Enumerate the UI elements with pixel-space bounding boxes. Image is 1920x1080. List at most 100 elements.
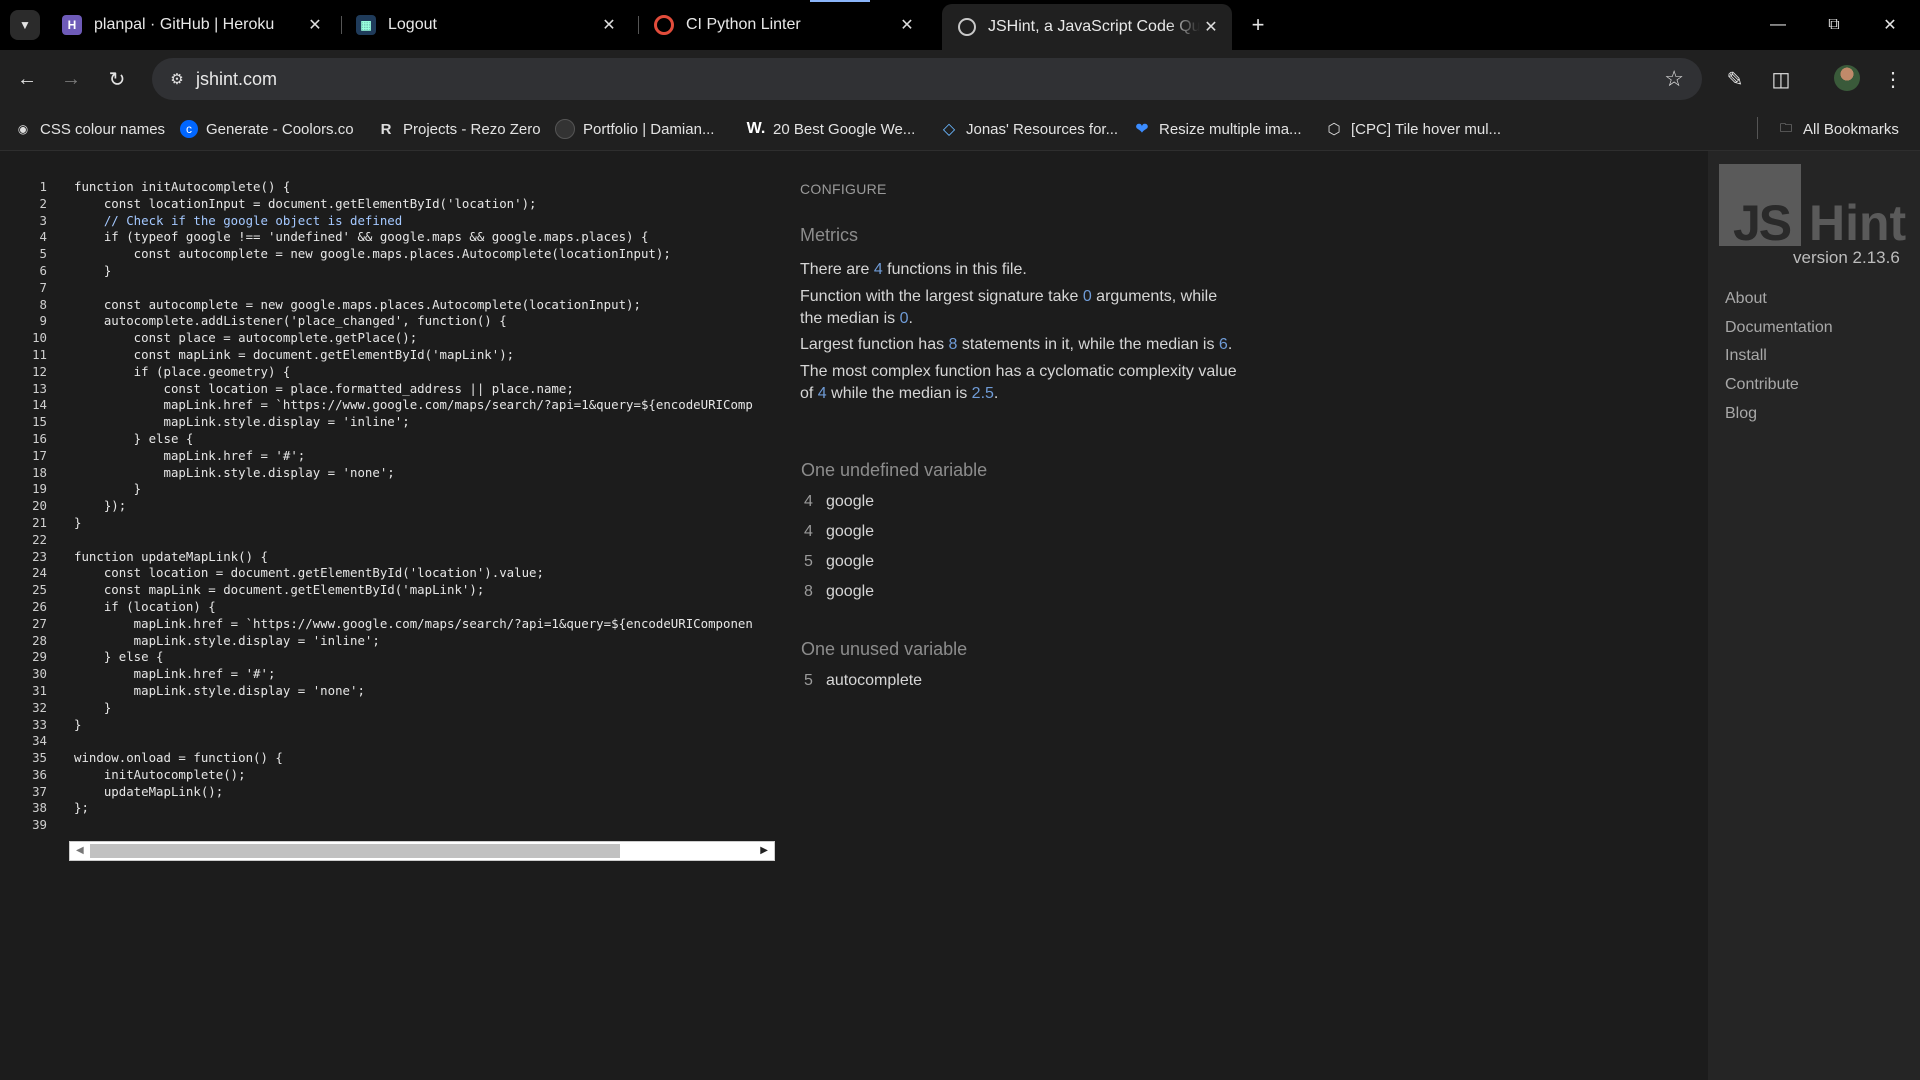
- nav-blog[interactable]: Blog: [1725, 405, 1757, 423]
- code-line[interactable]: 39: [20, 817, 775, 834]
- jshint-logo[interactable]: JS Hint: [1719, 164, 1909, 251]
- close-icon[interactable]: ✕: [1200, 16, 1222, 38]
- code-line[interactable]: 25 const mapLink = document.getElementBy…: [20, 582, 775, 599]
- bookmark-cpc-tile-hover[interactable]: ⬡ [CPC] Tile hover mul...: [1325, 116, 1501, 142]
- undefined-item[interactable]: 4 google: [804, 523, 874, 541]
- code-line[interactable]: 19 }: [20, 481, 775, 498]
- tab-search-button[interactable]: ▼: [10, 10, 40, 40]
- tab-jshint[interactable]: JSHint, a JavaScript Code Qualit ✕: [942, 4, 1232, 50]
- code-line[interactable]: 13 const location = place.formatted_addr…: [20, 381, 775, 398]
- metric-text: Function with the largest signature take: [800, 288, 1083, 305]
- code-line[interactable]: 14 mapLink.href = `https://www.google.co…: [20, 397, 775, 414]
- code-line[interactable]: 36 initAutocomplete();: [20, 767, 775, 784]
- new-tab-button[interactable]: +: [1245, 12, 1271, 38]
- code-line[interactable]: 20 });: [20, 498, 775, 515]
- line-number: 31: [32, 682, 47, 698]
- code-line[interactable]: 26 if (location) {: [20, 599, 775, 616]
- code-line[interactable]: 15 mapLink.style.display = 'inline';: [20, 414, 775, 431]
- code-line[interactable]: 28 mapLink.style.display = 'inline';: [20, 633, 775, 650]
- nav-documentation[interactable]: Documentation: [1725, 319, 1833, 337]
- avatar[interactable]: [1834, 65, 1860, 91]
- scroll-right-icon[interactable]: ▶: [760, 845, 768, 856]
- line-number: 39: [32, 817, 47, 833]
- nav-about[interactable]: About: [1725, 290, 1767, 308]
- code-line[interactable]: 37 updateMapLink();: [20, 784, 775, 801]
- code-line[interactable]: 6 }: [20, 263, 775, 280]
- code-line[interactable]: 1 function initAutocomplete() {: [20, 179, 775, 196]
- undefined-item[interactable]: 8 google: [804, 583, 874, 601]
- code-line[interactable]: 29 } else {: [20, 649, 775, 666]
- code-line[interactable]: 23 function updateMapLink() {: [20, 549, 775, 566]
- code-line[interactable]: 4 if (typeof google !== 'undefined' && g…: [20, 229, 775, 246]
- code-line[interactable]: 5 const autocomplete = new google.maps.p…: [20, 246, 775, 263]
- menu-button[interactable]: ⋮: [1878, 64, 1908, 94]
- code-line[interactable]: 10 const place = autocomplete.getPlace()…: [20, 330, 775, 347]
- portfolio-icon: [555, 119, 575, 139]
- scrollbar-thumb[interactable]: [90, 844, 620, 858]
- bookmark-css-colour-names[interactable]: ◉ CSS colour names: [14, 116, 165, 142]
- code-line[interactable]: 34: [20, 733, 775, 750]
- scroll-left-icon[interactable]: ◀: [76, 845, 84, 856]
- close-icon[interactable]: ✕: [598, 14, 620, 36]
- code-line[interactable]: 31 mapLink.style.display = 'none';: [20, 683, 775, 700]
- configure-link[interactable]: CONFIGURE: [800, 181, 887, 197]
- code-line[interactable]: 32 }: [20, 700, 775, 717]
- code-line[interactable]: 9 autocomplete.addListener('place_change…: [20, 313, 775, 330]
- line-number: 16: [32, 430, 47, 446]
- code-text: initAutocomplete();: [74, 766, 246, 782]
- code-line[interactable]: 18 mapLink.style.display = 'none';: [20, 465, 775, 482]
- minimize-button[interactable]: —: [1750, 0, 1806, 50]
- bookmark-star-icon[interactable]: ☆: [1664, 66, 1684, 92]
- code-line[interactable]: 8 const autocomplete = new google.maps.p…: [20, 297, 775, 314]
- code-line[interactable]: 2 const locationInput = document.getElem…: [20, 196, 775, 213]
- code-line[interactable]: 22: [20, 532, 775, 549]
- bookmark-resize-images[interactable]: ❤ Resize multiple ima...: [1133, 116, 1301, 142]
- line-number: 18: [32, 464, 47, 480]
- close-icon[interactable]: ✕: [304, 14, 326, 36]
- close-icon[interactable]: ✕: [896, 14, 918, 36]
- url-text[interactable]: jshint.com: [196, 69, 277, 90]
- address-bar[interactable]: ⚙ jshint.com ☆: [152, 58, 1702, 100]
- nav-install[interactable]: Install: [1725, 347, 1767, 365]
- undefined-item[interactable]: 4 google: [804, 493, 874, 511]
- code-line[interactable]: 38};: [20, 800, 775, 817]
- code-line[interactable]: 12 if (place.geometry) {: [20, 364, 775, 381]
- extensions-button[interactable]: ◫: [1766, 64, 1796, 94]
- code-line[interactable]: 27 mapLink.href = `https://www.google.co…: [20, 616, 775, 633]
- code-editor[interactable]: 1 function initAutocomplete() {2 const lo…: [20, 179, 775, 834]
- bookmark-portfolio-damian[interactable]: Portfolio | Damian...: [555, 116, 714, 142]
- code-line[interactable]: 11 const mapLink = document.getElementBy…: [20, 347, 775, 364]
- tab-planpal[interactable]: H planpal · GitHub | Heroku ✕: [46, 8, 336, 42]
- restore-button[interactable]: ⧉: [1806, 0, 1862, 50]
- code-line[interactable]: 30 mapLink.href = '#';: [20, 666, 775, 683]
- back-button[interactable]: ←: [12, 64, 42, 94]
- unused-item[interactable]: 5 autocomplete: [804, 672, 922, 690]
- undefined-item[interactable]: 5 google: [804, 553, 874, 571]
- code-text: const location = place.formatted_address…: [74, 380, 574, 396]
- code-line[interactable]: 17 mapLink.href = '#';: [20, 448, 775, 465]
- bookmark-rezo-zero[interactable]: R Projects - Rezo Zero: [377, 116, 541, 142]
- site-info-icon[interactable]: ⚙: [166, 68, 188, 90]
- code-line[interactable]: 3 // Check if the google object is defin…: [20, 213, 775, 230]
- metric-value: 0: [899, 310, 909, 327]
- reload-button[interactable]: ↻: [102, 64, 132, 94]
- forward-button[interactable]: →: [56, 64, 86, 94]
- bookmark-jonas-resources[interactable]: ◇ Jonas' Resources for...: [940, 116, 1118, 142]
- code-line[interactable]: 7: [20, 280, 775, 297]
- nav-contribute[interactable]: Contribute: [1725, 376, 1799, 394]
- code-line[interactable]: 35 window.onload = function() {: [20, 750, 775, 767]
- code-line[interactable]: 24 const location = document.getElementB…: [20, 565, 775, 582]
- code-line[interactable]: 21}: [20, 515, 775, 532]
- tab-logout[interactable]: ▦ Logout ✕: [340, 8, 630, 42]
- bookmark-20-best-google[interactable]: W. 20 Best Google We...: [747, 116, 916, 142]
- horizontal-scrollbar[interactable]: ◀ ▶: [69, 841, 775, 861]
- code-line[interactable]: 33}: [20, 717, 775, 734]
- line-number: 15: [32, 414, 47, 430]
- line-number: 17: [32, 447, 47, 463]
- all-bookmarks[interactable]: 🗀 All Bookmarks: [1777, 116, 1899, 142]
- code-line[interactable]: 16 } else {: [20, 431, 775, 448]
- tab-ci-python-linter[interactable]: CI Python Linter ✕: [638, 8, 928, 42]
- close-window-button[interactable]: ✕: [1862, 0, 1918, 50]
- eyedropper-button[interactable]: ✎: [1720, 64, 1750, 94]
- bookmark-coolors[interactable]: c Generate - Coolors.co: [180, 116, 354, 142]
